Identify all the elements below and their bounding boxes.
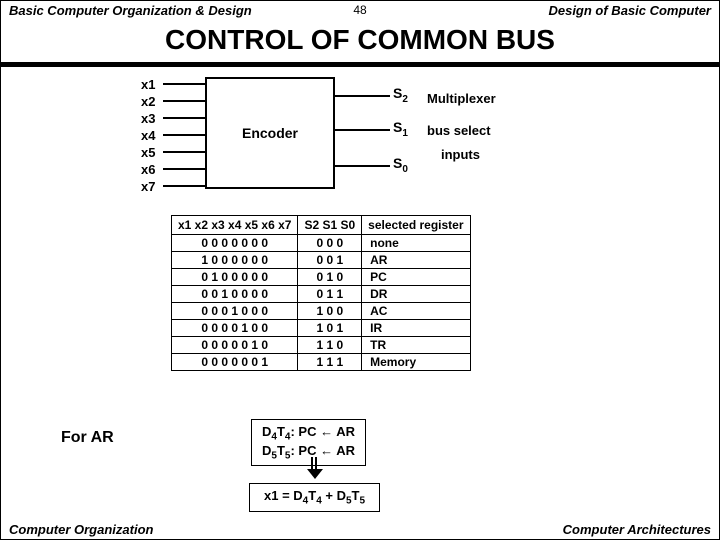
wire xyxy=(163,117,205,119)
th-s: S2 S1 S0 xyxy=(298,216,362,235)
truth-table: x1 x2 x3 x4 x5 x6 x7 S2 S1 S0 selected r… xyxy=(171,215,471,371)
cell: 1 0 0 0 0 0 0 xyxy=(172,252,298,269)
mux-text: Multiplexer xyxy=(427,91,496,106)
equation-box: x1 = D4T4 + D5T5 xyxy=(249,483,380,512)
cell: 1 1 0 xyxy=(298,337,362,354)
input-x5: x5 xyxy=(141,145,155,160)
left-arrow-icon: ← xyxy=(320,443,333,458)
wire xyxy=(163,100,205,102)
input-x6: x6 xyxy=(141,162,155,177)
input-x1: x1 xyxy=(141,77,155,92)
left-arrow-icon: ← xyxy=(320,424,333,439)
bus-select-text: bus select xyxy=(427,123,491,138)
th-reg: selected register xyxy=(362,216,470,235)
cell: Memory xyxy=(362,354,470,371)
cell: 0 0 0 0 0 1 0 xyxy=(172,337,298,354)
wire xyxy=(163,185,205,187)
cell: TR xyxy=(362,337,470,354)
cell: 0 0 1 xyxy=(298,252,362,269)
inputs-text: inputs xyxy=(441,147,480,162)
cell: 1 1 1 xyxy=(298,354,362,371)
wire-s0 xyxy=(335,165,390,167)
table-row: 0 0 0 0 0 1 01 1 0TR xyxy=(172,337,471,354)
cell: 0 1 1 xyxy=(298,286,362,303)
table-row: 0 0 0 0 0 0 00 0 0none xyxy=(172,235,471,252)
footer-left: Computer Organization xyxy=(9,522,153,537)
cell: 0 1 0 xyxy=(298,269,362,286)
s0-label: S0 xyxy=(393,155,408,175)
wire-s1 xyxy=(335,129,390,131)
title-rule xyxy=(1,62,719,67)
input-x3: x3 xyxy=(141,111,155,126)
table-row: 0 0 0 0 1 0 01 0 1IR xyxy=(172,320,471,337)
wire xyxy=(163,83,205,85)
slide-title: CONTROL OF COMMON BUS xyxy=(1,24,719,56)
for-ar-label: For AR xyxy=(61,429,114,447)
input-x7: x7 xyxy=(141,179,155,194)
cell: 0 0 1 0 0 0 0 xyxy=(172,286,298,303)
table-row: 0 0 1 0 0 0 00 1 1DR xyxy=(172,286,471,303)
cell: PC xyxy=(362,269,470,286)
cell: AC xyxy=(362,303,470,320)
table-row: 0 0 0 1 0 0 01 0 0AC xyxy=(172,303,471,320)
cell: IR xyxy=(362,320,470,337)
s1-label: S1 xyxy=(393,119,408,139)
wire xyxy=(163,168,205,170)
header-left: Basic Computer Organization & Design xyxy=(9,3,252,18)
wire xyxy=(163,151,205,153)
cell: 0 0 0 0 0 0 1 xyxy=(172,354,298,371)
input-x2: x2 xyxy=(141,94,155,109)
cell: 1 0 0 xyxy=(298,303,362,320)
cell: AR xyxy=(362,252,470,269)
header-right: Design of Basic Computer xyxy=(548,3,711,18)
th-x: x1 x2 x3 x4 x5 x6 x7 xyxy=(172,216,298,235)
table-row: 0 1 0 0 0 0 00 1 0PC xyxy=(172,269,471,286)
cell: 0 1 0 0 0 0 0 xyxy=(172,269,298,286)
down-arrow-icon xyxy=(305,457,323,477)
wire-s2 xyxy=(335,95,390,97)
input-x4: x4 xyxy=(141,128,155,143)
cell: 0 0 0 0 0 0 0 xyxy=(172,235,298,252)
encoder-label: Encoder xyxy=(242,125,298,141)
s2-label: S2 xyxy=(393,85,408,105)
cell: 0 0 0 xyxy=(298,235,362,252)
table-row: 1 0 0 0 0 0 00 0 1AR xyxy=(172,252,471,269)
cell: 0 0 0 0 1 0 0 xyxy=(172,320,298,337)
footer-right: Computer Architectures xyxy=(563,522,711,537)
cell: 1 0 1 xyxy=(298,320,362,337)
cell: none xyxy=(362,235,470,252)
cell: 0 0 0 1 0 0 0 xyxy=(172,303,298,320)
page-number: 48 xyxy=(353,3,366,17)
footer-bar: Computer Organization Computer Architect… xyxy=(1,522,719,537)
transfer-line-1: D4T4: PC ← AR xyxy=(262,424,355,443)
cell: DR xyxy=(362,286,470,303)
encoder-box: Encoder xyxy=(205,77,335,189)
encoder-diagram: x1 x2 x3 x4 x5 x6 x7 Encoder S2 S1 S0 Mu… xyxy=(141,77,719,207)
wire xyxy=(163,134,205,136)
header-bar: Basic Computer Organization & Design 48 … xyxy=(1,1,719,20)
table-row: 0 0 0 0 0 0 11 1 1Memory xyxy=(172,354,471,371)
